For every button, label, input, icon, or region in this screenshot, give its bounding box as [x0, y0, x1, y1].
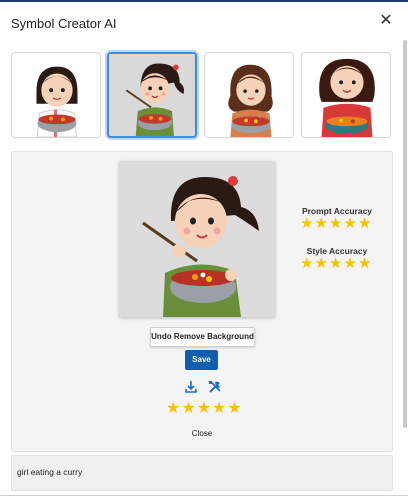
bottom-divider [0, 495, 408, 496]
star-icon[interactable]: ★ [227, 401, 241, 417]
star-icon[interactable]: ★ [314, 216, 327, 231]
girl-eating-curry-image-1 [12, 53, 100, 137]
girl-eating-curry-large-image [119, 161, 275, 317]
overall-rating-stars[interactable]: ★ ★ ★ ★ ★ [166, 401, 242, 417]
thumbnail-option-1[interactable] [11, 52, 101, 138]
style-accuracy-stars[interactable]: ★ ★ ★ ★ ★ [300, 256, 371, 271]
star-icon[interactable]: ★ [181, 401, 195, 417]
star-icon[interactable]: ★ [197, 401, 211, 417]
download-icon[interactable] [184, 380, 198, 394]
star-icon[interactable]: ★ [212, 401, 226, 417]
star-icon[interactable]: ★ [300, 256, 313, 271]
star-icon[interactable]: ★ [343, 256, 356, 271]
girl-eating-curry-image-3 [205, 53, 293, 137]
selected-symbol-preview [119, 161, 275, 317]
girl-eating-curry-image-4 [302, 53, 390, 137]
prompt-text: girl eating a curry [17, 467, 83, 477]
star-icon[interactable]: ★ [358, 256, 371, 271]
thumbnail-option-3[interactable] [204, 52, 294, 138]
star-icon[interactable]: ★ [300, 216, 313, 231]
save-button[interactable]: Save [185, 350, 218, 370]
star-icon[interactable]: ★ [329, 256, 342, 271]
star-icon[interactable]: ★ [314, 256, 327, 271]
close-button[interactable]: Close [186, 429, 218, 438]
star-icon[interactable]: ★ [358, 216, 371, 231]
close-dialog-button[interactable]: ✕ [378, 12, 394, 30]
tools-icon[interactable] [208, 380, 222, 394]
star-icon[interactable]: ★ [329, 216, 342, 231]
undo-remove-background-button[interactable]: Undo Remove Background [150, 327, 255, 347]
girl-eating-curry-image-2 [109, 54, 195, 136]
window-top-border [0, 0, 408, 2]
star-icon[interactable]: ★ [166, 401, 180, 417]
star-icon[interactable]: ★ [343, 216, 356, 231]
thumbnail-option-4[interactable] [301, 52, 391, 138]
thumbnail-option-2[interactable] [107, 52, 197, 138]
dialog-title: Symbol Creator AI [11, 16, 117, 31]
prompt-accuracy-stars[interactable]: ★ ★ ★ ★ ★ [300, 216, 371, 231]
scrollbar[interactable] [403, 40, 407, 428]
